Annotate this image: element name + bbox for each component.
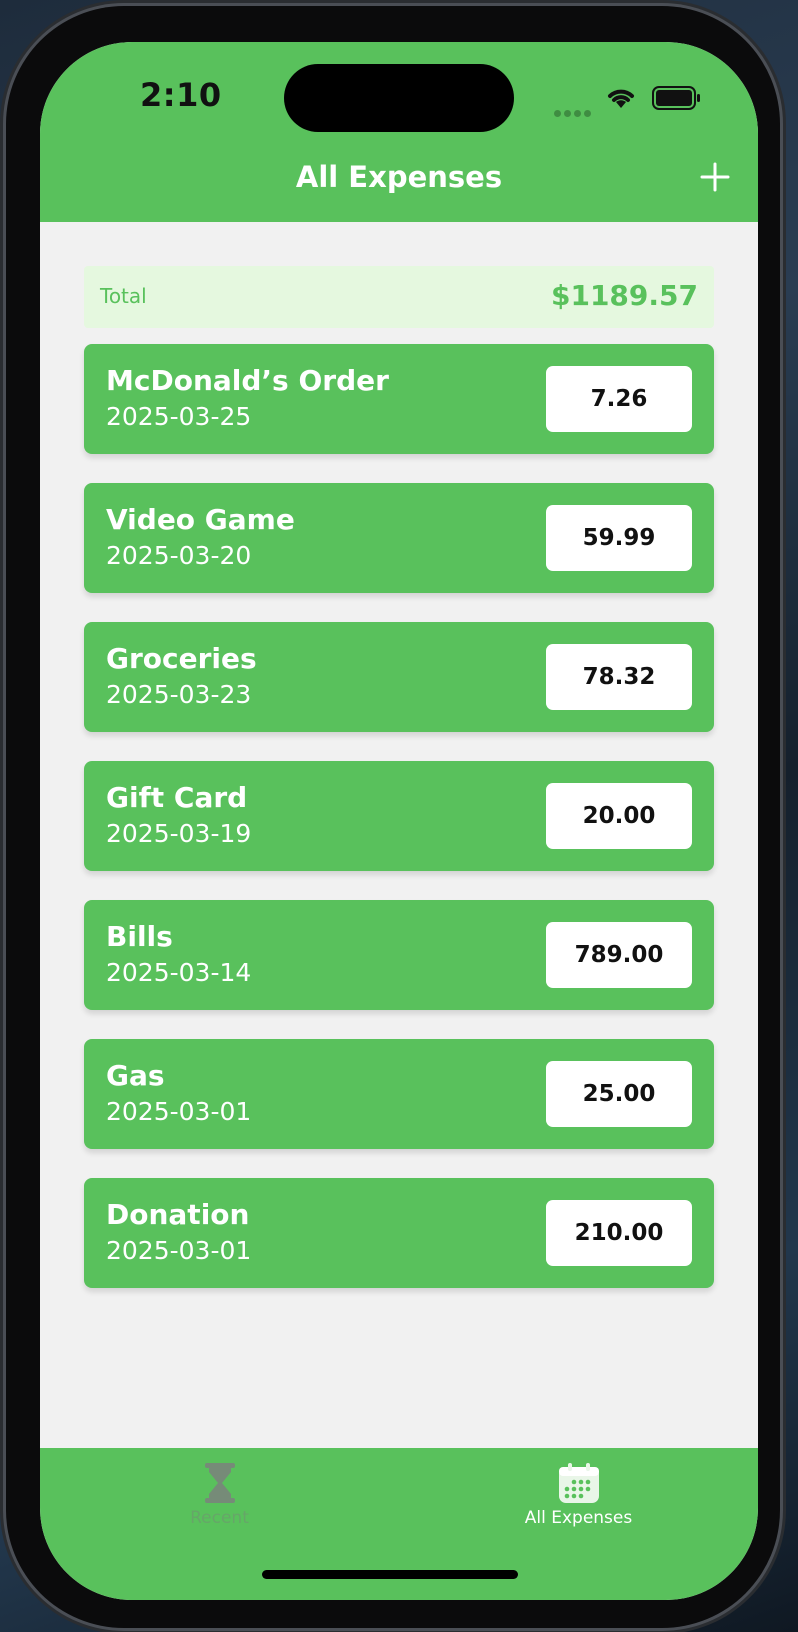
calendar-icon [558,1463,599,1503]
list-item[interactable]: Gas 2025-03-01 25.00 [84,1039,714,1149]
expense-list: McDonald’s Order 2025-03-25 7.26 Video G… [84,344,714,1317]
expense-date: 2025-03-14 [106,958,252,987]
list-item[interactable]: Donation 2025-03-01 210.00 [84,1178,714,1288]
expense-date: 2025-03-19 [106,819,252,848]
phone-frame: 2:10 All Expenses Total $1189.57 McDonal… [6,6,780,1628]
header: 2:10 All Expenses [40,42,758,222]
list-item[interactable]: McDonald’s Order 2025-03-25 7.26 [84,344,714,454]
total-row: Total $1189.57 [84,266,714,328]
expense-name: McDonald’s Order [106,364,389,397]
page-title: All Expenses [295,160,503,194]
plus-icon[interactable] [690,152,740,202]
expense-amount: 78.32 [546,644,692,710]
expense-amount: 25.00 [546,1061,692,1127]
expense-name: Bills [106,920,173,953]
list-item[interactable]: Video Game 2025-03-20 59.99 [84,483,714,593]
expense-date: 2025-03-25 [106,402,252,431]
battery-icon [652,86,700,110]
home-indicator[interactable] [262,1570,518,1579]
hourglass-icon [204,1463,235,1503]
expense-amount: 59.99 [546,505,692,571]
expense-date: 2025-03-23 [106,680,252,709]
expense-name: Gift Card [106,781,248,814]
expense-amount: 210.00 [546,1200,692,1266]
expense-name: Donation [106,1198,250,1231]
expense-amount: 20.00 [546,783,692,849]
signal-icon [554,102,594,117]
app-screen: 2:10 All Expenses Total $1189.57 McDonal… [40,42,758,1600]
expense-content: Total $1189.57 McDonald’s Order 2025-03-… [40,222,758,1400]
expense-date: 2025-03-01 [106,1236,252,1265]
tab-all-expenses[interactable]: All Expenses [399,1448,758,1548]
expense-name: Video Game [106,503,295,536]
list-item[interactable]: Bills 2025-03-14 789.00 [84,900,714,1010]
wifi-icon [608,89,634,108]
tab-label: Recent [190,1508,249,1528]
expense-date: 2025-03-20 [106,541,252,570]
expense-amount: 7.26 [546,366,692,432]
tab-recent[interactable]: Recent [40,1448,399,1548]
expense-amount: 789.00 [546,922,692,988]
tab-label: All Expenses [524,1508,633,1528]
expense-name: Groceries [106,642,257,675]
total-label: Total [100,284,147,308]
dynamic-island [284,64,514,132]
expense-date: 2025-03-01 [106,1097,252,1126]
list-item[interactable]: Groceries 2025-03-23 78.32 [84,622,714,732]
list-item[interactable]: Gift Card 2025-03-19 20.00 [84,761,714,871]
status-time: 2:10 [140,76,222,114]
total-value: $1189.57 [550,279,698,312]
expense-name: Gas [106,1059,165,1092]
